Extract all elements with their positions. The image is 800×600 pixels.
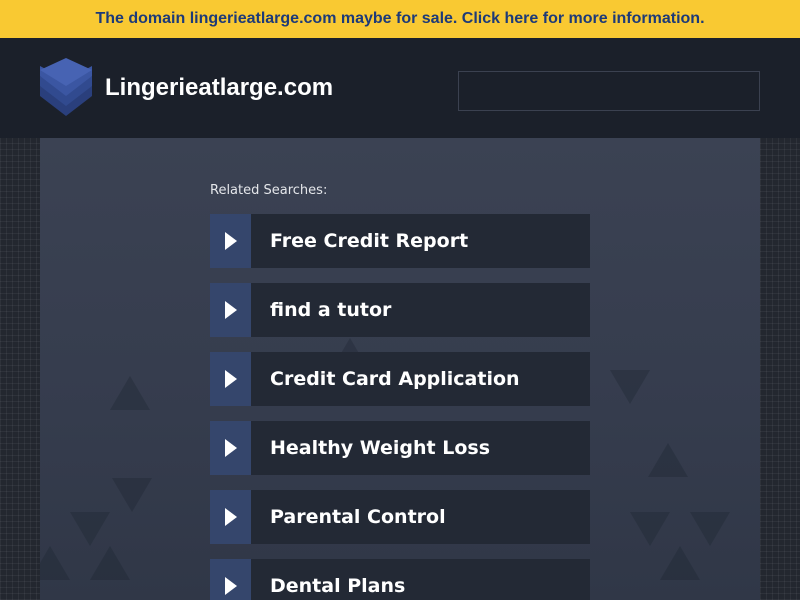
background-triangle [40, 546, 70, 580]
link-label[interactable]: Parental Control [270, 506, 446, 528]
background-triangle [610, 370, 650, 404]
related-links-list: Free Credit Report find a tutor Credit C… [210, 214, 590, 600]
related-link[interactable]: Credit Card Application [210, 352, 590, 406]
background-triangle [690, 512, 730, 546]
link-label[interactable]: find a tutor [270, 299, 391, 321]
related-link[interactable]: Parental Control [210, 490, 590, 544]
play-arrow-icon [224, 439, 237, 457]
stacked-layers-icon[interactable] [40, 58, 92, 118]
link-label[interactable]: Credit Card Application [270, 368, 520, 390]
play-arrow-icon [224, 370, 237, 388]
banner-text[interactable]: The domain lingerieatlarge.com maybe for… [95, 10, 704, 28]
link-text-box[interactable]: Healthy Weight Loss [251, 421, 590, 475]
related-link[interactable]: Healthy Weight Loss [210, 421, 590, 475]
play-arrow-icon [224, 232, 237, 250]
left-pattern-strip [0, 138, 40, 600]
play-arrow-icon [224, 508, 237, 526]
arrow-box[interactable] [210, 283, 251, 337]
arrow-box[interactable] [210, 421, 251, 475]
play-arrow-icon [224, 577, 237, 595]
background-triangle [660, 546, 700, 580]
play-arrow-icon [224, 301, 237, 319]
arrow-box[interactable] [210, 490, 251, 544]
link-text-box[interactable]: Dental Plans [251, 559, 590, 600]
right-pattern-strip [760, 138, 800, 600]
link-label[interactable]: Free Credit Report [270, 230, 468, 252]
related-link[interactable]: Dental Plans [210, 559, 590, 600]
link-label[interactable]: Dental Plans [270, 575, 405, 597]
link-text-box[interactable]: Credit Card Application [251, 352, 590, 406]
background-triangle [110, 376, 150, 410]
arrow-box[interactable] [210, 214, 251, 268]
background-triangle [70, 512, 110, 546]
related-link[interactable]: find a tutor [210, 283, 590, 337]
main-content: Related Searches: Free Credit Report fin… [40, 138, 760, 600]
background-triangle [648, 443, 688, 477]
background-triangle [630, 512, 670, 546]
background-triangle [90, 546, 130, 580]
link-text-box[interactable]: Parental Control [251, 490, 590, 544]
link-text-box[interactable]: Free Credit Report [251, 214, 590, 268]
link-label[interactable]: Healthy Weight Loss [270, 437, 490, 459]
site-title[interactable]: Lingerieatlarge.com [105, 74, 333, 102]
site-header: Lingerieatlarge.com [0, 38, 800, 138]
related-link[interactable]: Free Credit Report [210, 214, 590, 268]
related-searches-label: Related Searches: [210, 183, 328, 198]
background-triangle [112, 478, 152, 512]
arrow-box[interactable] [210, 352, 251, 406]
arrow-box[interactable] [210, 559, 251, 600]
link-text-box[interactable]: find a tutor [251, 283, 590, 337]
domain-sale-banner[interactable]: The domain lingerieatlarge.com maybe for… [0, 0, 800, 38]
search-input[interactable] [458, 71, 760, 111]
